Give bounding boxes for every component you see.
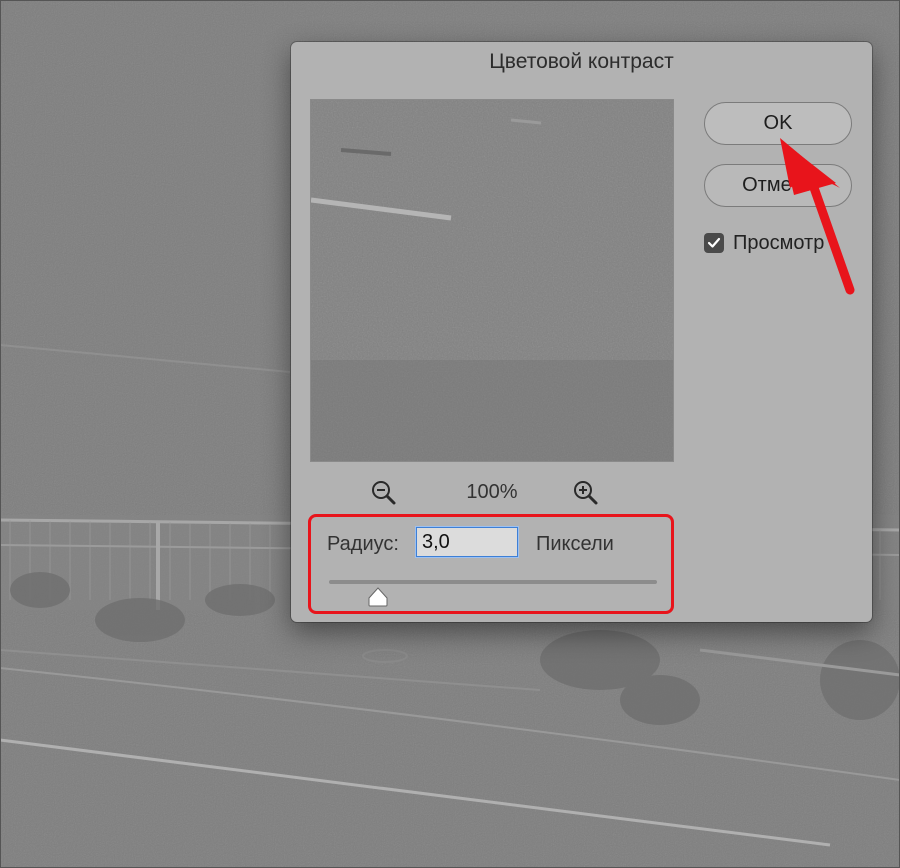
zoom-level: 100%: [466, 481, 518, 503]
slider-thumb-icon[interactable]: [367, 587, 389, 607]
radius-unit-label: Пиксели: [536, 533, 614, 555]
zoom-controls: 100%: [310, 478, 674, 508]
cancel-button[interactable]: Отмена: [704, 164, 852, 207]
radius-label: Радиус:: [327, 533, 399, 555]
radius-parameters: Радиус: Пиксели: [309, 516, 673, 614]
preview-checkbox-label: Просмотр: [733, 232, 825, 254]
zoom-out-icon[interactable]: [370, 479, 398, 507]
ok-button[interactable]: OK: [704, 102, 852, 145]
zoom-in-icon[interactable]: [572, 479, 600, 507]
radius-input[interactable]: [416, 527, 518, 557]
dialog-title: Цветовой контраст: [489, 50, 674, 73]
filter-preview[interactable]: [310, 99, 674, 462]
color-contrast-dialog: Цветовой контраст 100% Радиус: 3,0 Пиксе…: [291, 42, 872, 622]
checkbox-checked-icon[interactable]: [704, 233, 724, 253]
radius-slider[interactable]: [329, 580, 657, 584]
